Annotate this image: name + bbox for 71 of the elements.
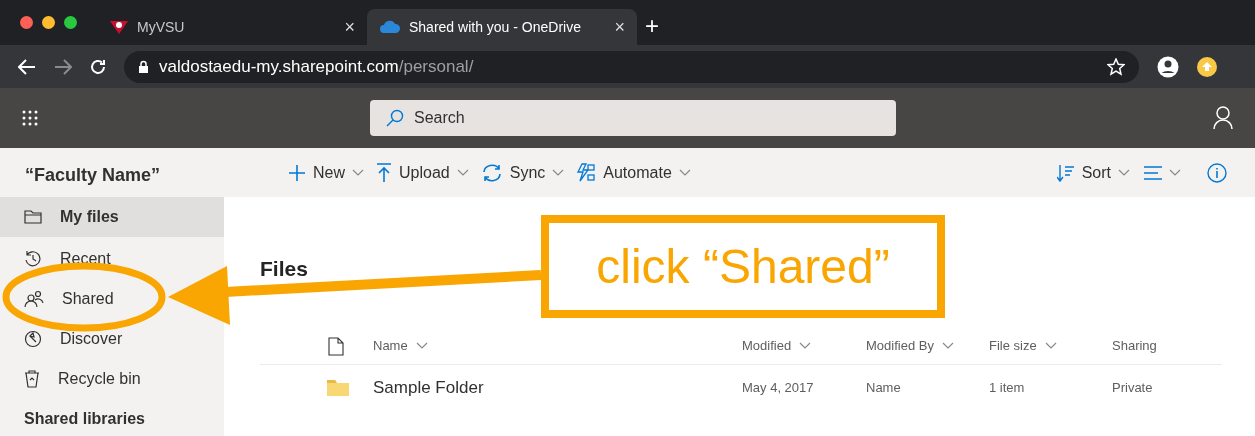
chevron-down-icon (1169, 168, 1181, 177)
command-button[interactable]: Sync (480, 160, 565, 185)
history-icon (24, 250, 42, 268)
sort-button[interactable]: Sort (1056, 160, 1130, 185)
close-tab-button[interactable]: × (344, 13, 355, 41)
close-tab-button[interactable]: × (614, 13, 625, 41)
browser-tab[interactable]: MyVSU × (97, 9, 367, 45)
star-icon[interactable] (1107, 57, 1125, 76)
chevron-down-icon (456, 168, 469, 177)
info-icon[interactable] (1207, 162, 1227, 183)
table-cell: May 4, 2017 (742, 379, 814, 395)
nav-item[interactable]: My files (0, 197, 224, 237)
chevron-down-icon (678, 168, 691, 177)
list-view-icon (1144, 165, 1162, 180)
app-launcher-icon[interactable] (22, 110, 38, 126)
sort-icon (1056, 163, 1075, 182)
forward-icon[interactable] (54, 58, 72, 75)
table-cell: 1 item (989, 379, 1025, 395)
chevron-down-icon (941, 342, 954, 350)
page-title: Files (260, 256, 308, 282)
upload-icon (376, 162, 392, 183)
folder-icon (24, 210, 42, 224)
chevron-down-icon (352, 168, 364, 177)
search-input[interactable]: Search (414, 106, 880, 130)
column-header[interactable]: Modified (742, 336, 792, 356)
nav-item[interactable]: Recycle bin (24, 367, 141, 391)
sidebar-title: “Faculty Name” (24, 164, 162, 187)
chevron-down-icon (1044, 342, 1057, 350)
search-field[interactable]: Search (370, 100, 896, 136)
address-field[interactable]: valdostaedu-my.sharepoint.com/personal/ (124, 50, 1139, 83)
sync-icon (480, 162, 503, 183)
file-name-link[interactable]: Sample Folder (373, 377, 484, 397)
back-icon[interactable] (18, 58, 36, 75)
folder-icon (327, 379, 349, 396)
people-icon (24, 290, 44, 308)
chevron-down-icon (1118, 168, 1130, 177)
profile-icon[interactable] (1157, 55, 1179, 78)
update-icon[interactable] (1197, 56, 1217, 77)
table-cell: Private (1112, 379, 1153, 395)
chevron-down-icon (799, 342, 812, 350)
callout-text: click “Shared” (596, 238, 890, 295)
column-header[interactable]: Modified By (866, 336, 934, 356)
close-window-button[interactable] (20, 16, 33, 29)
chevron-down-icon (552, 168, 565, 177)
command-button[interactable]: Upload (376, 160, 469, 185)
account-icon[interactable] (1213, 106, 1233, 130)
browser-tab[interactable]: Shared with you - OneDrive × (367, 9, 637, 45)
new-tab-button[interactable]: + (645, 7, 659, 44)
column-header[interactable]: File size (989, 336, 1037, 356)
command-button[interactable]: New (288, 160, 364, 185)
shield-icon (109, 19, 129, 35)
recycle-bin-icon (24, 370, 40, 388)
nav-item[interactable]: Shared (24, 287, 114, 311)
maximize-window-button[interactable] (64, 16, 77, 29)
search-icon (386, 109, 404, 127)
reload-icon[interactable] (90, 58, 106, 75)
column-header[interactable]: Name (373, 336, 408, 356)
flow-icon (576, 162, 597, 183)
section-heading: Shared libraries (23, 409, 146, 429)
cloud-icon (379, 20, 401, 34)
table-cell: Name (866, 379, 901, 395)
command-button[interactable]: Automate (576, 160, 691, 185)
view-options-button[interactable] (1144, 165, 1181, 180)
nav-item[interactable]: Discover (24, 327, 123, 351)
plus-icon (288, 163, 306, 182)
column-header[interactable]: Sharing (1112, 336, 1157, 356)
chevron-down-icon (415, 342, 428, 350)
compass-icon (24, 330, 42, 348)
minimize-window-button[interactable] (42, 16, 55, 29)
lock-icon (138, 59, 149, 74)
file-type-icon (328, 336, 344, 356)
